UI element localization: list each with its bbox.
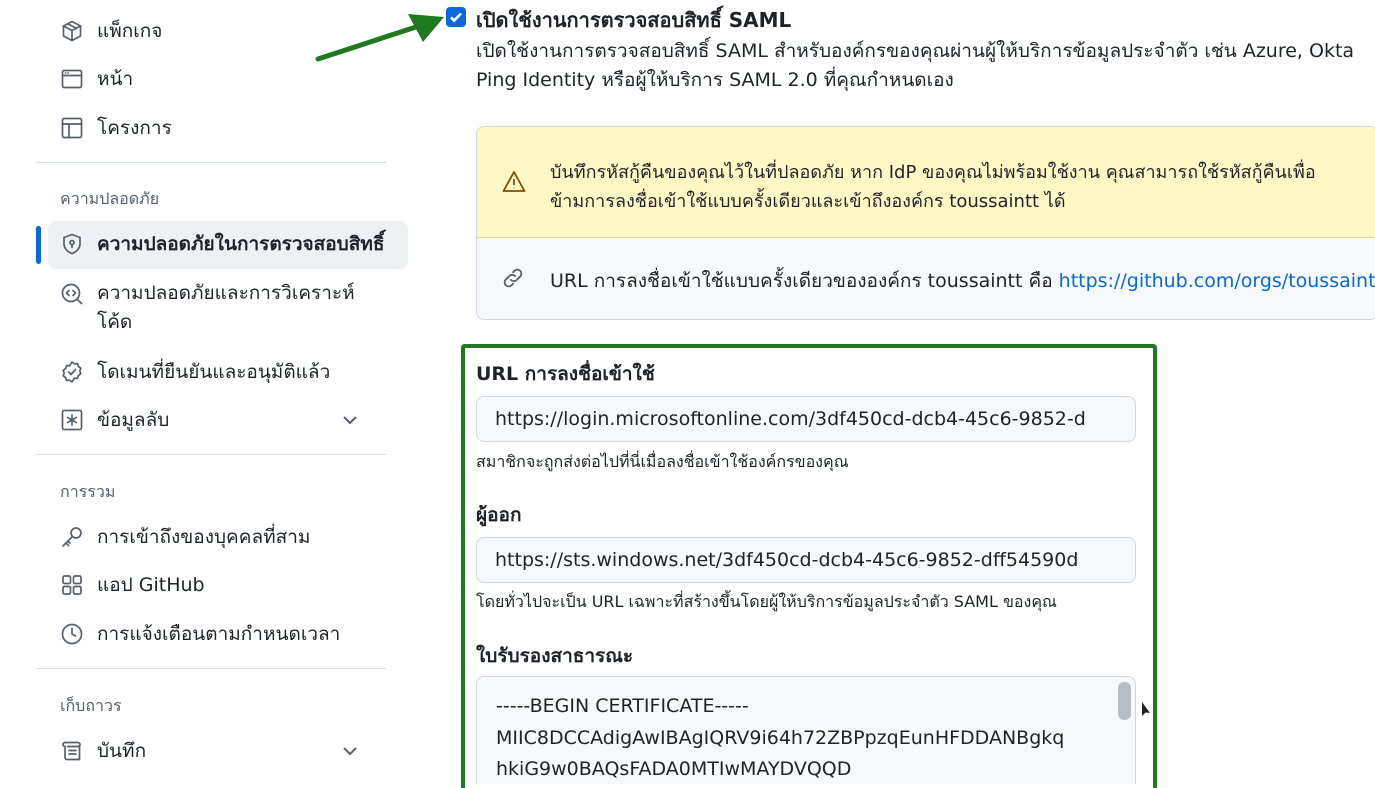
shield-lock-icon xyxy=(58,230,86,258)
verified-icon xyxy=(58,358,86,386)
clock-icon xyxy=(58,620,86,648)
sidebar-item-label: โครงการ xyxy=(97,117,172,139)
sidebar-item-label: การแจ้งเตือนตามกำหนดเวลา xyxy=(97,623,341,645)
certificate-line: hkiG9w0BAQsFADA0MTIwMAYDVQQD xyxy=(496,758,852,780)
browser-icon xyxy=(58,65,86,93)
link-icon xyxy=(501,266,527,292)
mouse-cursor-icon xyxy=(1142,702,1150,716)
sidebar-item-label: ข้อมูลลับ xyxy=(97,409,170,431)
warning-text-line2: ข้ามการลงชื่อเข้าใช้แบบครั้งเดียวและเข้า… xyxy=(550,191,1066,212)
sidebar-item-code-security[interactable]: ความปลอดภัยและการวิเคราะห์ โค้ด xyxy=(58,280,355,337)
textarea-scrollbar[interactable] xyxy=(1118,682,1131,720)
chevron-down-icon[interactable] xyxy=(340,410,360,430)
sidebar-item-scheduled-reminders[interactable]: การแจ้งเตือนตามกำหนดเวลา xyxy=(58,619,340,649)
sidebar-divider xyxy=(36,668,386,669)
signon-url-note: สมาชิกจะถูกส่งต่อไปที่นี่เมื่อลงชื่อเข้า… xyxy=(476,452,849,471)
public-certificate-label: ใบรับรองสาธารณะ xyxy=(476,645,634,667)
recovery-info-card: บันทึกรหัสกู้คืนของคุณไว้ในที่ปลอดภัย หา… xyxy=(476,126,1375,320)
checkmark-icon xyxy=(450,12,462,23)
sidebar-item-label: บันทึก xyxy=(97,740,147,762)
sidebar-section-security-title: ความปลอดภัย xyxy=(60,189,160,208)
sidebar-item-verified-domains[interactable]: โดเมนที่ยืนยันและอนุมัติแล้ว xyxy=(58,357,330,387)
sidebar-item-label: ความปลอดภัยในการตรวจสอบสิทธิ์ xyxy=(97,233,385,255)
sidebar-divider xyxy=(36,454,386,455)
sidebar-item-secrets[interactable]: ข้อมูลลับ xyxy=(58,405,169,435)
key-icon xyxy=(58,523,86,551)
green-arrow-annotation xyxy=(315,14,444,62)
sidebar-section-archive-title: เก็บถาวร xyxy=(60,696,122,715)
sidebar-item-label: แอป GitHub xyxy=(97,574,205,596)
key-asterisk-icon xyxy=(58,406,86,434)
sidebar-divider xyxy=(36,162,386,163)
sso-url-prefix: URL การลงชื่อเข้าใช้แบบครั้งเดียวขององค์… xyxy=(550,270,1059,292)
saml-description-line2: Ping Identity หรือผู้ให้บริการ SAML 2.0 … xyxy=(476,69,954,91)
warning-text-line1: บันทึกรหัสกู้คืนของคุณไว้ในที่ปลอดภัย หา… xyxy=(550,162,1316,183)
sidebar-active-indicator xyxy=(36,226,41,264)
certificate-line: MIIC8DCCAdigAwIBAgIQRV9i64h72ZBPpzqEunHF… xyxy=(496,727,1065,749)
sidebar-item-pages[interactable]: หน้า xyxy=(58,64,133,94)
recovery-codes-warning: บันทึกรหัสกู้คืนของคุณไว้ในที่ปลอดภัย หา… xyxy=(477,127,1375,238)
chevron-down-icon[interactable] xyxy=(340,741,360,761)
signon-url-label: URL การลงชื่อเข้าใช้ xyxy=(476,363,655,385)
package-icon xyxy=(58,17,86,45)
issuer-input[interactable]: https://sts.windows.net/3df450cd-dcb4-45… xyxy=(476,537,1136,583)
sso-url-row: URL การลงชื่อเข้าใช้แบบครั้งเดียวขององค์… xyxy=(477,238,1375,319)
sidebar-item-label: โค้ด xyxy=(97,311,133,333)
saml-description-line1: เปิดใช้งานการตรวจสอบสิทธิ์ SAML สำหรับอง… xyxy=(476,40,1355,62)
sidebar-item-label-group: ความปลอดภัยและการวิเคราะห์ โค้ด xyxy=(97,279,355,337)
issuer-label: ผู้ออก xyxy=(476,504,522,526)
enable-saml-title: เปิดใช้งานการตรวจสอบสิทธิ์ SAML xyxy=(476,8,792,32)
table-icon xyxy=(58,114,86,142)
issuer-note: โดยทั่วไปจะเป็น URL เฉพาะที่สร้างขึ้นโดย… xyxy=(476,592,1057,611)
sso-url-link[interactable]: https://github.com/orgs/toussaintt xyxy=(1059,270,1375,292)
codescan-icon xyxy=(58,280,86,308)
sidebar-item-label: ความปลอดภัยและการวิเคราะห์ xyxy=(97,282,355,304)
public-certificate-textarea[interactable]: -----BEGIN CERTIFICATE----- MIIC8DCCAdig… xyxy=(476,676,1136,784)
sidebar-item-label: การเข้าถึงของบุคคลที่สาม xyxy=(97,526,311,548)
sidebar-item-label: หน้า xyxy=(97,68,134,90)
sidebar-item-projects[interactable]: โครงการ xyxy=(58,113,172,143)
enable-saml-checkbox[interactable] xyxy=(446,7,466,27)
sidebar-item-github-apps[interactable]: แอป GitHub xyxy=(58,570,205,600)
sidebar-section-integrations-title: การรวม xyxy=(60,482,116,501)
sidebar-item-logs[interactable]: บันทึก xyxy=(58,736,146,766)
sidebar-item-auth-security[interactable]: ความปลอดภัยในการตรวจสอบสิทธิ์ xyxy=(58,229,384,259)
signon-url-input[interactable]: https://login.microsoftonline.com/3df450… xyxy=(476,396,1136,442)
apps-icon xyxy=(58,571,86,599)
sidebar-item-label: แพ็กเกจ xyxy=(97,20,163,42)
sso-url-text: URL การลงชื่อเข้าใช้แบบครั้งเดียวขององค์… xyxy=(550,266,1375,296)
log-icon xyxy=(58,737,86,765)
sidebar-item-label: โดเมนที่ยืนยันและอนุมัติแล้ว xyxy=(97,361,331,383)
sidebar-item-packages[interactable]: แพ็กเกจ xyxy=(58,16,162,46)
certificate-line: -----BEGIN CERTIFICATE----- xyxy=(496,695,749,717)
alert-icon xyxy=(501,169,527,195)
sidebar-item-third-party-access[interactable]: การเข้าถึงของบุคคลที่สาม xyxy=(58,522,310,552)
